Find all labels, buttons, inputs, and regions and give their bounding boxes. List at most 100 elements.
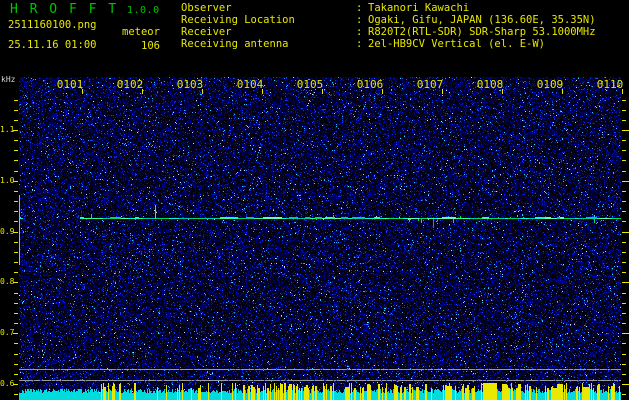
info-value: Takanori Kawachi xyxy=(368,2,470,14)
freq-minor-tick-left xyxy=(14,252,18,253)
time-label: 0106 xyxy=(356,78,384,91)
time-label: 0109 xyxy=(536,78,564,91)
time-tick xyxy=(142,89,143,94)
freq-major-tick-right xyxy=(622,232,629,233)
freq-minor-tick-left xyxy=(14,354,18,355)
info-row: Observer: Takanori Kawachi xyxy=(181,2,596,14)
time-label: 0105 xyxy=(296,78,324,91)
mode-label: meteor xyxy=(122,26,160,38)
khz-unit-label: kHz xyxy=(1,75,16,84)
freq-minor-tick-right xyxy=(622,343,626,344)
freq-minor-tick-left xyxy=(14,394,18,395)
freq-minor-tick-right xyxy=(622,140,626,141)
freq-minor-tick-left xyxy=(14,313,18,314)
time-tick xyxy=(262,89,263,94)
time-tick xyxy=(502,89,503,94)
info-separator: : xyxy=(356,26,363,38)
time-label: 0107 xyxy=(416,78,444,91)
time-tick xyxy=(562,89,563,94)
freq-minor-tick-right xyxy=(622,374,626,375)
info-value: 2el-HB9CV Vertical (el. E-W) xyxy=(368,38,546,50)
freq-minor-tick-right xyxy=(622,272,626,273)
time-label: 0101 xyxy=(56,78,84,91)
time-label: 0110 xyxy=(596,78,624,91)
app-title: H R O F F T xyxy=(10,2,119,17)
freq-minor-tick-right xyxy=(622,211,626,212)
freq-major-tick-right xyxy=(622,282,629,283)
time-label: 0108 xyxy=(476,78,504,91)
freq-axis-label: 0.8 xyxy=(0,277,15,286)
freq-minor-tick-right xyxy=(622,242,626,243)
freq-minor-tick-right xyxy=(622,293,626,294)
freq-minor-tick-left xyxy=(14,293,18,294)
time-label: 0102 xyxy=(116,78,144,91)
freq-minor-tick-left xyxy=(14,343,18,344)
freq-major-tick-left xyxy=(13,333,18,334)
hrofft-window: H R O F F T 1.0.0 2511160100.png meteor … xyxy=(0,0,629,400)
info-separator: : xyxy=(356,14,363,26)
freq-minor-tick-left xyxy=(14,323,18,324)
info-row: Receiving antenna:2el-HB9CV Vertical (el… xyxy=(181,38,596,50)
time-label: 0103 xyxy=(176,78,204,91)
freq-minor-tick-right xyxy=(622,120,626,121)
freq-axis-label: 0.7 xyxy=(0,328,15,337)
freq-minor-tick-left xyxy=(14,221,18,222)
freq-minor-tick-right xyxy=(622,201,626,202)
freq-minor-tick-right xyxy=(622,150,626,151)
info-separator: : xyxy=(356,38,363,50)
freq-minor-tick-right xyxy=(622,262,626,263)
info-row: Receiver: R820T2(RTL-SDR) SDR-Sharp 53.10… xyxy=(181,26,596,38)
freq-major-tick-left xyxy=(13,130,18,131)
freq-minor-tick-right xyxy=(622,394,626,395)
freq-major-tick-right xyxy=(622,130,629,131)
info-label: Receiver xyxy=(181,26,232,38)
freq-major-tick-right xyxy=(622,384,629,385)
freq-minor-tick-left xyxy=(14,303,18,304)
freq-axis-label: 0.9 xyxy=(0,227,15,236)
freq-axis-label: 0.6 xyxy=(0,379,15,388)
freq-major-tick-right xyxy=(622,333,629,334)
freq-minor-tick-left xyxy=(14,201,18,202)
observer-info-block: Observer: Takanori Kawachi Receiving Locat… xyxy=(181,2,596,50)
time-tick xyxy=(322,89,323,94)
freq-minor-tick-left xyxy=(14,262,18,263)
freq-minor-tick-left xyxy=(14,211,18,212)
freq-minor-tick-left xyxy=(14,150,18,151)
freq-axis-label: 1.0 xyxy=(0,176,15,185)
freq-minor-tick-right xyxy=(622,252,626,253)
freq-minor-tick-right xyxy=(622,191,626,192)
freq-minor-tick-right xyxy=(622,160,626,161)
info-label: Receiving Location xyxy=(181,14,295,26)
filename-label: 2511160100.png xyxy=(8,19,97,31)
freq-major-tick-right xyxy=(622,181,629,182)
info-value: Ogaki, Gifu, JAPAN (136.60E, 35.35N) xyxy=(368,14,596,26)
freq-major-tick-left xyxy=(13,232,18,233)
freq-minor-tick-left xyxy=(14,364,18,365)
info-label: Observer xyxy=(181,2,232,14)
freq-minor-tick-right xyxy=(622,313,626,314)
datetime-label: 25.11.16 01:00 xyxy=(8,39,97,51)
freq-axis-label: 1.1 xyxy=(0,125,15,134)
freq-minor-tick-right xyxy=(622,303,626,304)
time-tick xyxy=(382,89,383,94)
freq-minor-tick-right xyxy=(622,110,626,111)
freq-minor-tick-left xyxy=(14,374,18,375)
freq-major-tick-left xyxy=(13,384,18,385)
freq-minor-tick-left xyxy=(14,272,18,273)
freq-minor-tick-right xyxy=(622,354,626,355)
time-tick xyxy=(202,89,203,94)
version-label: 1.0.0 xyxy=(127,5,160,16)
time-tick xyxy=(442,89,443,94)
info-separator: : xyxy=(356,2,363,14)
freq-minor-tick-left xyxy=(14,171,18,172)
freq-major-tick-left xyxy=(13,181,18,182)
spectrogram-canvas xyxy=(19,77,621,400)
freq-major-tick-left xyxy=(13,282,18,283)
freq-minor-tick-left xyxy=(14,120,18,121)
time-tick xyxy=(82,89,83,94)
freq-minor-tick-left xyxy=(14,191,18,192)
freq-minor-tick-left xyxy=(14,242,18,243)
freq-minor-tick-left xyxy=(14,100,18,101)
info-value: R820T2(RTL-SDR) SDR-Sharp 53.1000MHz xyxy=(368,26,596,38)
freq-minor-tick-left xyxy=(14,140,18,141)
